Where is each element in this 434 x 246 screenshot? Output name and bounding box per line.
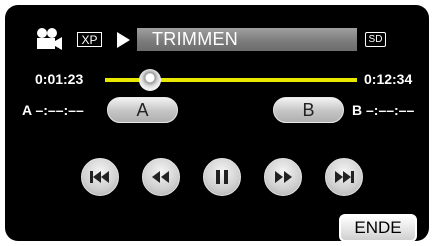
rewind-button[interactable]	[142, 158, 180, 196]
mode-title: TRIMMEN	[152, 29, 239, 49]
quality-badge: XP	[77, 32, 102, 47]
rewind-icon	[152, 171, 169, 183]
point-a-time: A –:––:––	[22, 102, 84, 118]
skip-to-start-button[interactable]	[81, 158, 119, 196]
set-point-b-button[interactable]: B	[273, 97, 344, 123]
play-mode-icon	[117, 32, 130, 48]
sd-card-badge: SD	[365, 32, 386, 47]
progress-slider-knob[interactable]	[139, 69, 161, 91]
fast-forward-icon	[275, 171, 292, 183]
skip-back-icon	[90, 171, 109, 183]
pause-icon	[216, 170, 228, 184]
skip-to-end-button[interactable]	[325, 158, 363, 196]
camera-screen: XP TRIMMEN SD 0:01:23 0:12:34 A –:––:–– …	[5, 5, 429, 241]
total-time: 0:12:34	[364, 71, 413, 87]
fast-forward-button[interactable]	[264, 158, 302, 196]
skip-forward-icon	[335, 171, 354, 183]
point-b-time: B –:––:––	[352, 102, 415, 118]
video-camera-icon	[37, 28, 62, 50]
pause-button[interactable]	[203, 158, 241, 196]
current-time: 0:01:23	[35, 71, 84, 87]
set-point-a-button[interactable]: A	[107, 97, 178, 123]
end-button[interactable]: ENDE	[339, 214, 417, 241]
